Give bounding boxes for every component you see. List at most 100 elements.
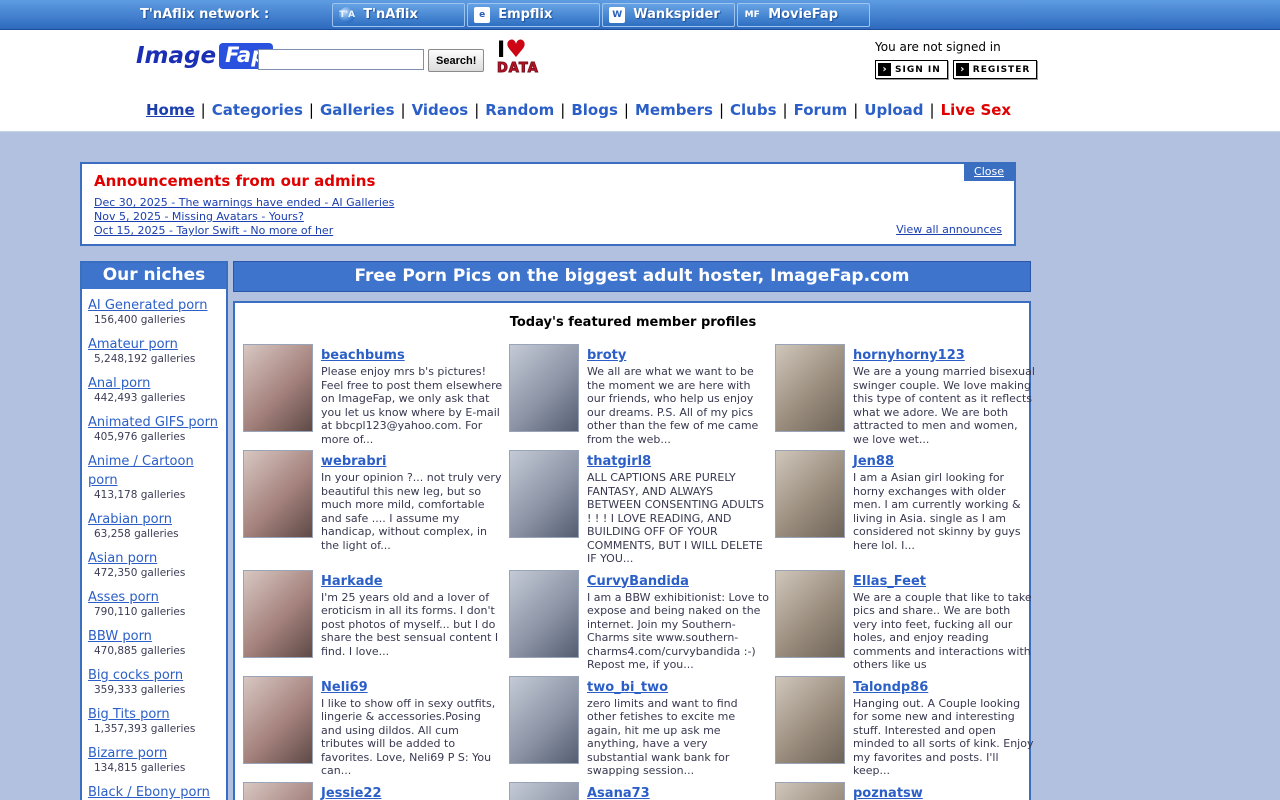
niche-link[interactable]: Amateur porn	[88, 337, 178, 352]
niche-link[interactable]: Arabian porn	[88, 512, 172, 527]
niche-item: Amateur porn 5,248,192 galleries	[82, 328, 226, 367]
profile-name-link[interactable]: two_bi_two	[587, 680, 668, 695]
register-button[interactable]: › REGISTER	[953, 60, 1038, 79]
announcement-link[interactable]: Oct 15, 2025 - Taylor Swift - No more of…	[94, 224, 333, 238]
profile-description: Hanging out. A Couple looking for some n…	[853, 697, 1035, 778]
niches-sidebar: Our niches AI Generated porn 156,400 gal…	[80, 261, 228, 800]
niche-link[interactable]: Bizarre porn	[88, 746, 167, 761]
profile-thumbnail[interactable]	[509, 570, 579, 658]
niche-link[interactable]: Black / Ebony porn	[88, 785, 210, 800]
network-site-button[interactable]: T'A T'nAflix	[332, 3, 465, 27]
niche-link[interactable]: Anal porn	[88, 376, 150, 391]
member-profile: broty We all are what we want to be the …	[509, 344, 769, 446]
profile-thumbnail[interactable]	[243, 344, 313, 432]
profile-name-link[interactable]: Talondp86	[853, 680, 928, 695]
network-site-button[interactable]: e Empflix	[467, 3, 600, 27]
search-input[interactable]	[258, 49, 424, 70]
nav-link-live-sex[interactable]: Live Sex	[941, 101, 1012, 119]
nav-link-galleries[interactable]: Galleries	[320, 101, 395, 119]
nav-link-blogs[interactable]: Blogs	[571, 101, 618, 119]
profile-name-link[interactable]: thatgirl8	[587, 454, 651, 469]
nav-separator: |	[554, 101, 571, 119]
announcement-link[interactable]: Dec 30, 2025 - The warnings have ended -…	[94, 196, 394, 210]
niche-link[interactable]: Animated GIFS porn	[88, 415, 218, 430]
profile-thumbnail[interactable]	[509, 450, 579, 538]
nav-separator: |	[777, 101, 794, 119]
profile-thumbnail[interactable]	[509, 676, 579, 764]
niche-link[interactable]: Big cocks porn	[88, 668, 183, 683]
nav-link-clubs[interactable]: Clubs	[730, 101, 777, 119]
profile-name-link[interactable]: broty	[587, 348, 626, 363]
niches-title: Our niches	[82, 263, 226, 289]
niche-gallery-count: 405,976 galleries	[88, 431, 220, 443]
member-profile: thatgirl8 ALL CAPTIONS ARE PURELY FANTAS…	[509, 450, 769, 566]
nav-separator: |	[195, 101, 212, 119]
nav-link-home[interactable]: Home	[146, 101, 195, 119]
niche-item: Big Tits porn 1,357,393 galleries	[82, 698, 226, 737]
nav-link-forum[interactable]: Forum	[794, 101, 848, 119]
nav-link-upload[interactable]: Upload	[864, 101, 923, 119]
profile-name-link[interactable]: Jessie22	[321, 786, 382, 800]
sign-in-button[interactable]: › SIGN IN	[875, 60, 948, 79]
profile-thumbnail[interactable]	[243, 782, 313, 800]
niche-gallery-count: 359,333 galleries	[88, 684, 220, 696]
profile-name-link[interactable]: CurvyBandida	[587, 574, 689, 589]
profile-thumbnail[interactable]	[775, 344, 845, 432]
profile-description: I am a Asian girl looking for horny exch…	[853, 471, 1035, 552]
niche-item: Black / Ebony porn 254,325 galleries	[82, 776, 226, 800]
profile-name-link[interactable]: webrabri	[321, 454, 387, 469]
main-banner: Free Porn Pics on the biggest adult host…	[233, 261, 1031, 292]
profile-name-link[interactable]: Ellas_Feet	[853, 574, 926, 589]
nav-link-videos[interactable]: Videos	[412, 101, 469, 119]
nav-separator: |	[847, 101, 864, 119]
profile-name-link[interactable]: poznatsw	[853, 786, 923, 800]
profiles-grid: beachbums Please enjoy mrs b's pictures!…	[243, 344, 1023, 800]
profile-description: In your opinion ?... not truly very beau…	[321, 471, 503, 552]
profile-name-link[interactable]: hornyhorny123	[853, 348, 965, 363]
niche-item: Asses porn 790,110 galleries	[82, 581, 226, 620]
close-button[interactable]: Close	[964, 164, 1014, 181]
logo-data: DATA	[497, 62, 543, 76]
nav-link-members[interactable]: Members	[635, 101, 713, 119]
profile-name-link[interactable]: Neli69	[321, 680, 368, 695]
profile-thumbnail[interactable]	[243, 676, 313, 764]
profile-thumbnail[interactable]	[775, 676, 845, 764]
profile-name-link[interactable]: beachbums	[321, 348, 405, 363]
member-profile: Harkade I'm 25 years old and a lover of …	[243, 570, 503, 672]
profile-name-link[interactable]: Jen88	[853, 454, 894, 469]
niche-link[interactable]: BBW porn	[88, 629, 152, 644]
niche-link[interactable]: Asian porn	[88, 551, 157, 566]
profile-thumbnail[interactable]	[243, 570, 313, 658]
niche-link[interactable]: Anime / Cartoon porn	[88, 454, 194, 488]
niche-link[interactable]: AI Generated porn	[88, 298, 208, 313]
profile-thumbnail[interactable]	[775, 570, 845, 658]
niche-link[interactable]: Asses porn	[88, 590, 159, 605]
signin-status: You are not signed in	[875, 40, 1040, 54]
niche-item: Arabian porn 63,258 galleries	[82, 503, 226, 542]
featured-profiles-box: Today's featured member profiles beachbu…	[233, 301, 1031, 800]
profile-description: I am a BBW exhibitionist: Love to expose…	[587, 591, 769, 672]
profile-thumbnail[interactable]	[243, 450, 313, 538]
profile-thumbnail[interactable]	[509, 344, 579, 432]
profile-thumbnail[interactable]	[775, 782, 845, 800]
niche-link[interactable]: Big Tits porn	[88, 707, 170, 722]
i-love-data-logo[interactable]: I♥ DATA	[497, 38, 543, 76]
nav-link-random[interactable]: Random	[485, 101, 554, 119]
announcements-box: Close Announcements from our admins Dec …	[80, 162, 1016, 246]
profile-thumbnail[interactable]	[509, 782, 579, 800]
nav-link-categories[interactable]: Categories	[212, 101, 303, 119]
network-site-button[interactable]: W Wankspider	[602, 3, 735, 27]
network-bar: T'nAflix network : T'A T'nAflix e Empfli…	[0, 0, 1280, 30]
main-column: Free Porn Pics on the biggest adult host…	[233, 261, 1031, 800]
network-site-label: MovieFap	[768, 7, 838, 22]
profile-name-link[interactable]: Harkade	[321, 574, 383, 589]
imagefap-logo[interactable]: Image Fap	[136, 43, 273, 69]
profile-name-link[interactable]: Asana73	[587, 786, 650, 800]
niche-item: Anime / Cartoon porn 413,178 galleries	[82, 445, 226, 503]
network-site-button[interactable]: MF MovieFap	[737, 3, 870, 27]
profile-thumbnail[interactable]	[775, 450, 845, 538]
view-all-announces-link[interactable]: View all announces	[896, 223, 1002, 236]
search-button[interactable]: Search!	[428, 49, 484, 72]
network-site-buttons: T'A T'nAflix e Empflix W Wankspider MF M…	[332, 3, 870, 27]
announcement-link[interactable]: Nov 5, 2025 - Missing Avatars - Yours?	[94, 210, 304, 224]
